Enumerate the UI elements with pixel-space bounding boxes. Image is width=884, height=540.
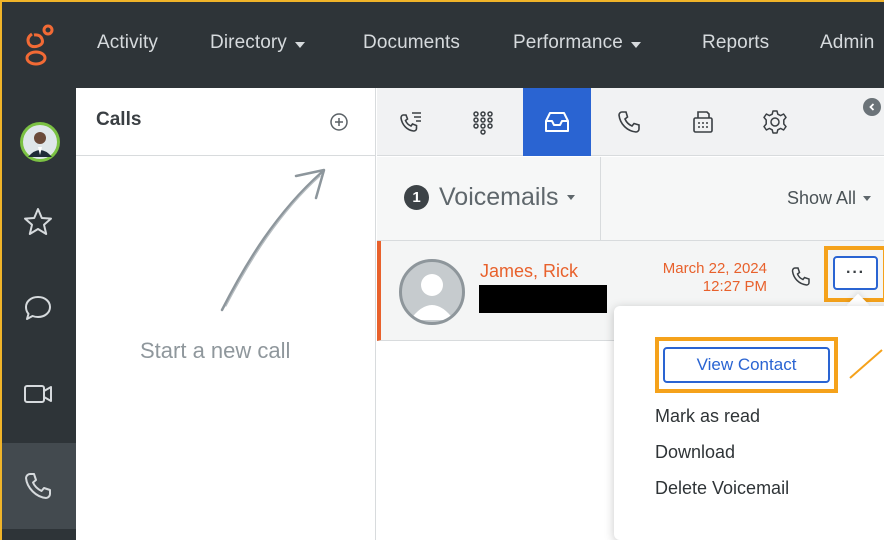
menu-item-mark-as-read[interactable]: Mark as read [655, 406, 760, 427]
tab-fax[interactable] [669, 88, 737, 156]
nav-reports[interactable]: Reports [702, 32, 769, 54]
more-options-button[interactable]: ··· [833, 256, 878, 290]
tab-phone[interactable] [595, 88, 663, 156]
call-log-icon [400, 112, 421, 132]
start-new-call-text: Start a new call [140, 338, 291, 363]
nav-activity-label: Activity [97, 32, 158, 53]
phone-icon [25, 473, 51, 499]
view-contact-button[interactable]: View Contact [663, 347, 830, 383]
top-navigation: Activity Directory Documents Performance… [0, 0, 884, 88]
nav-activity[interactable]: Activity [97, 32, 158, 54]
genesys-logo-icon [25, 24, 54, 66]
nav-documents[interactable]: Documents [363, 32, 460, 54]
phone-icon [618, 111, 640, 133]
inbox-icon [545, 112, 569, 132]
nav-admin-label: Admin [820, 32, 875, 53]
view-contact-highlight: View Contact [655, 337, 838, 393]
show-all-label: Show All [787, 188, 857, 208]
nav-directory-label: Directory [210, 32, 287, 53]
person-silhouette-icon [410, 274, 454, 320]
callout-line-icon [849, 349, 883, 379]
caller-name: James, Rick [480, 261, 579, 281]
chevron-down-icon [294, 41, 305, 48]
calls-panel: Calls Start a new call [76, 88, 376, 540]
calls-header: Calls [76, 88, 376, 156]
app-window: Activity Directory Documents Performance… [0, 0, 884, 540]
tab-bar [377, 88, 884, 156]
nav-directory[interactable]: Directory [210, 32, 305, 54]
chevron-down-icon [630, 41, 641, 48]
nav-admin[interactable]: Admin [820, 32, 874, 54]
voicemail-timestamp: March 22, 2024 12:27 PM [611, 260, 767, 296]
voicemail-count-badge: 1 [404, 185, 429, 210]
tab-settings[interactable] [741, 88, 809, 156]
show-all-filter[interactable]: Show All [787, 188, 872, 209]
dialpad-icon [473, 111, 493, 135]
voicemail-filter-bar: 1 Voicemails Show All [377, 157, 884, 241]
contact-avatar [399, 259, 465, 325]
nav-documents-label: Documents [363, 32, 460, 53]
nav-performance[interactable]: Performance [513, 32, 641, 54]
chevron-left-icon [869, 103, 875, 111]
call-back-icon[interactable] [789, 265, 813, 289]
voicemail-time: 12:27 PM [702, 278, 767, 295]
star-icon [24, 208, 52, 235]
calls-title: Calls [96, 109, 142, 130]
voicemail-date: March 22, 2024 [662, 260, 767, 277]
user-photo-icon [23, 125, 57, 159]
tab-dialpad[interactable] [449, 88, 517, 156]
rail-video[interactable] [0, 351, 76, 437]
left-rail [0, 88, 76, 540]
chat-bubble-icon [25, 296, 51, 320]
divider [600, 157, 601, 241]
rail-favorites[interactable] [0, 179, 76, 265]
nav-reports-label: Reports [702, 32, 770, 53]
redacted-number [479, 285, 607, 313]
more-options-highlight: ··· [824, 246, 884, 302]
tab-voicemail[interactable] [523, 88, 591, 156]
chevron-down-icon [566, 195, 575, 200]
menu-item-download[interactable]: Download [655, 442, 735, 463]
rail-chat[interactable] [0, 265, 76, 351]
rail-phone[interactable] [0, 443, 76, 529]
avatar[interactable] [20, 122, 60, 162]
collapse-panel-button[interactable] [863, 98, 881, 116]
voicemails-label: Voicemails [439, 183, 559, 211]
settings-icon [763, 110, 787, 134]
voicemails-dropdown[interactable]: Voicemails [439, 183, 575, 212]
add-call-icon[interactable] [329, 112, 349, 132]
tab-call-log[interactable] [377, 88, 445, 156]
video-camera-icon [24, 385, 52, 403]
menu-item-delete-voicemail[interactable]: Delete Voicemail [655, 478, 789, 499]
fax-icon [693, 111, 713, 133]
chevron-down-icon [863, 196, 872, 201]
nav-performance-label: Performance [513, 32, 623, 53]
arrow-illustration-icon [220, 168, 326, 312]
